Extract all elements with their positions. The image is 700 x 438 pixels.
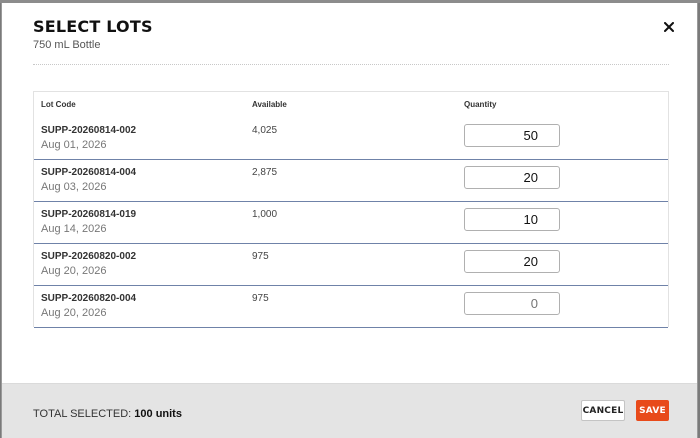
lot-code: SUPP-20260820-002 (41, 251, 137, 262)
lot-date: Aug 14, 2026 (41, 223, 107, 235)
table-row: SUPP-20260814-019 Aug 14, 2026 1,000 (34, 202, 668, 244)
table-row: SUPP-20260820-002 Aug 20, 2026 975 (34, 244, 668, 286)
table-row: SUPP-20260814-004 Aug 03, 2026 2,875 (34, 160, 668, 202)
available-count: 4,025 (252, 125, 278, 136)
available-count: 975 (252, 251, 269, 262)
table-header: Lot Code Available Quantity (34, 92, 668, 114)
total-label: TOTAL SELECTED: (33, 408, 132, 420)
modal-title: SELECT LOTS (33, 17, 153, 36)
quantity-input[interactable] (464, 166, 560, 189)
modal-subtitle: 750 mL Bottle (33, 39, 101, 51)
header-divider (33, 64, 669, 65)
table-row: SUPP-20260820-004 Aug 20, 2026 975 (34, 286, 668, 328)
table-row: SUPP-20260814-002 Aug 01, 2026 4,025 (34, 118, 668, 160)
lot-date: Aug 20, 2026 (41, 307, 107, 319)
save-button[interactable]: SAVE (636, 400, 669, 421)
header-available: Available (252, 100, 287, 109)
quantity-input[interactable] (464, 292, 560, 315)
available-count: 1,000 (252, 209, 278, 220)
quantity-input[interactable] (464, 124, 560, 147)
header-quantity: Quantity (464, 100, 497, 109)
lot-date: Aug 20, 2026 (41, 265, 107, 277)
quantity-input[interactable] (464, 250, 560, 273)
available-count: 975 (252, 293, 269, 304)
close-icon (664, 22, 674, 32)
lot-code: SUPP-20260814-002 (41, 125, 137, 136)
available-count: 2,875 (252, 167, 278, 178)
lots-table: Lot Code Available Quantity SUPP-2026081… (33, 91, 669, 328)
total-selected: TOTAL SELECTED: 100 units (33, 408, 182, 420)
modal-header: SELECT LOTS 750 mL Bottle (2, 3, 697, 73)
lot-code: SUPP-20260814-004 (41, 167, 137, 178)
modal-footer: TOTAL SELECTED: 100 units CANCEL SAVE (2, 383, 697, 438)
lot-date: Aug 03, 2026 (41, 181, 107, 193)
lot-date: Aug 01, 2026 (41, 139, 107, 151)
cancel-button[interactable]: CANCEL (581, 400, 625, 421)
lot-code: SUPP-20260820-004 (41, 293, 137, 304)
header-lot-code: Lot Code (41, 100, 76, 109)
select-lots-modal: SELECT LOTS 750 mL Bottle Lot Code Avail… (1, 3, 698, 438)
quantity-input[interactable] (464, 208, 560, 231)
total-value: 100 units (134, 408, 182, 420)
lot-code: SUPP-20260814-019 (41, 209, 137, 220)
close-button[interactable] (658, 16, 680, 38)
